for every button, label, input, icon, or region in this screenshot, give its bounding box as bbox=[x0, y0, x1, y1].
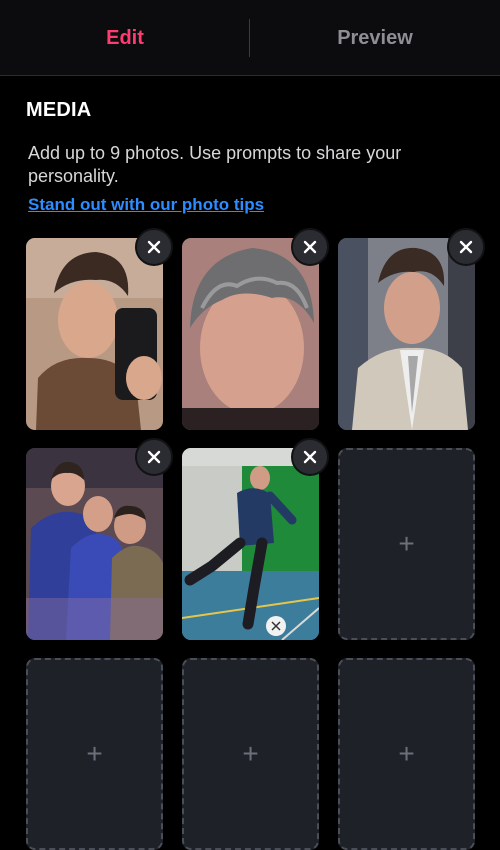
remove-photo-5-button[interactable] bbox=[291, 438, 329, 476]
photo-1-image bbox=[26, 238, 163, 430]
close-icon bbox=[303, 450, 317, 464]
close-icon bbox=[147, 240, 161, 254]
photo-5-image bbox=[182, 448, 319, 640]
remove-photo-3-button[interactable] bbox=[447, 228, 485, 266]
close-icon bbox=[459, 240, 473, 254]
photo-3-image bbox=[338, 238, 475, 430]
plus-icon: + bbox=[242, 738, 259, 769]
plus-icon: + bbox=[398, 738, 415, 769]
remove-photo-2-button[interactable] bbox=[291, 228, 329, 266]
add-photo-slot-7[interactable]: + bbox=[26, 658, 163, 850]
photo-grid: + + + + bbox=[0, 0, 500, 850]
add-photo-slot-9[interactable]: + bbox=[338, 658, 475, 850]
photo-slot-2[interactable] bbox=[182, 228, 329, 430]
photo-slot-5[interactable] bbox=[182, 438, 329, 640]
add-photo-slot-8[interactable]: + bbox=[182, 658, 319, 850]
plus-icon: + bbox=[398, 528, 415, 559]
add-photo-slot-6[interactable]: + bbox=[338, 448, 475, 640]
remove-photo-4-button[interactable] bbox=[135, 438, 173, 476]
photo-slot-1[interactable] bbox=[26, 228, 173, 430]
photo-slot-3[interactable] bbox=[338, 228, 485, 430]
close-icon bbox=[303, 240, 317, 254]
plus-icon: + bbox=[86, 738, 103, 769]
photo-4-image bbox=[26, 448, 163, 640]
photo-2-image bbox=[182, 238, 319, 430]
photo-slot-4[interactable] bbox=[26, 438, 173, 640]
remove-photo-1-button[interactable] bbox=[135, 228, 173, 266]
close-icon bbox=[147, 450, 161, 464]
